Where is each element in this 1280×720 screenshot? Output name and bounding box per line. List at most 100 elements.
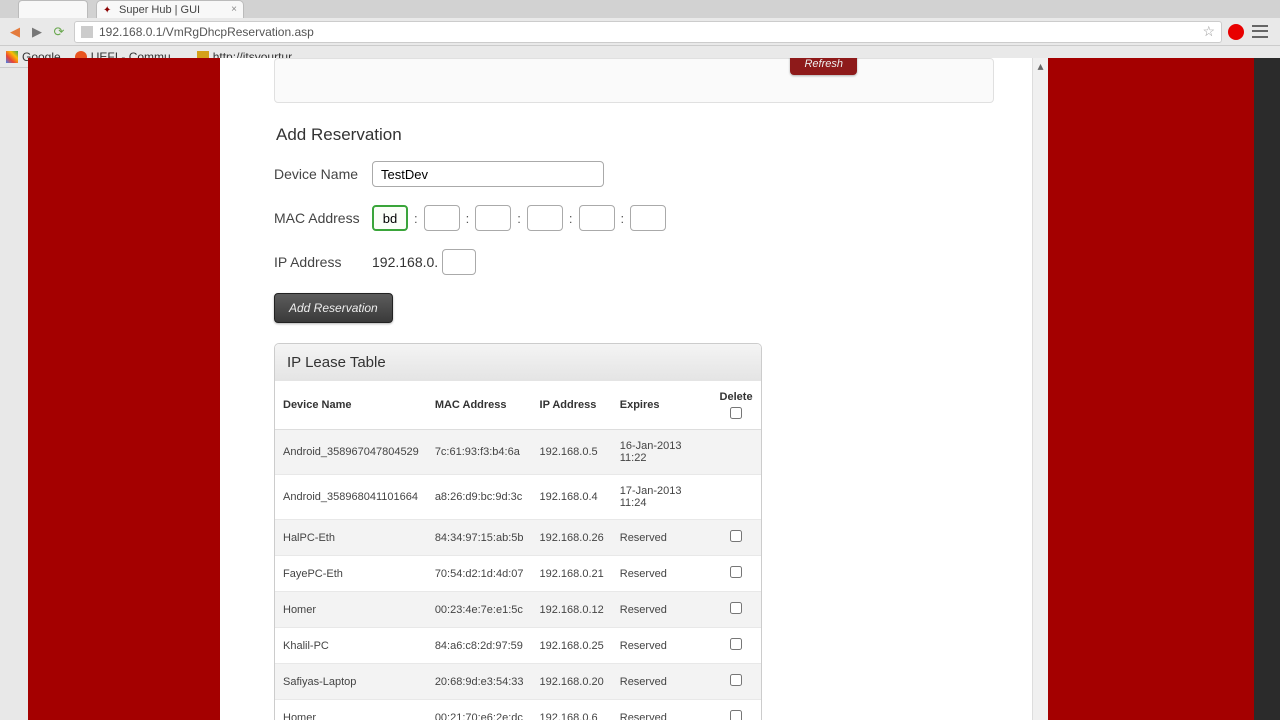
mac-octet-4[interactable]	[527, 205, 563, 231]
table-row: Android_358968041101664a8:26:d9:bc:9d:3c…	[275, 475, 761, 520]
cell-delete	[711, 664, 761, 700]
url-text: 192.168.0.1/VmRgDhcpReservation.asp	[99, 25, 314, 39]
col-expires: Expires	[612, 381, 711, 430]
url-field[interactable]: 192.168.0.1/VmRgDhcpReservation.asp ☆	[74, 21, 1222, 43]
cell-ip: 192.168.0.12	[532, 592, 612, 628]
table-row: FayePC-Eth70:54:d2:1d:4d:07192.168.0.21R…	[275, 556, 761, 592]
cell-mac: 20:68:9d:e3:54:33	[427, 664, 532, 700]
reload-button[interactable]: ⟳	[50, 23, 68, 41]
cell-expires: Reserved	[612, 700, 711, 720]
add-reservation-button[interactable]: Add Reservation	[274, 293, 393, 323]
delete-checkbox[interactable]	[730, 674, 742, 686]
close-icon[interactable]: ×	[231, 4, 237, 15]
mac-group: : : : : :	[372, 205, 666, 231]
mac-octet-2[interactable]	[424, 205, 460, 231]
menu-icon[interactable]	[1252, 24, 1268, 40]
cell-mac: 84:a6:c8:2d:97:59	[427, 628, 532, 664]
table-row: Khalil-PC84:a6:c8:2d:97:59192.168.0.25Re…	[275, 628, 761, 664]
cell-expires: 16-Jan-2013 11:22	[612, 430, 711, 475]
table-row: Homer00:21:70:e6:2e:dc192.168.0.6Reserve…	[275, 700, 761, 720]
cell-ip: 192.168.0.4	[532, 475, 612, 520]
background-tab[interactable]	[18, 0, 88, 18]
page-icon	[81, 26, 93, 38]
scrollbar[interactable]: ▴	[1032, 58, 1048, 720]
delete-checkbox[interactable]	[730, 710, 742, 720]
delete-all-checkbox[interactable]	[730, 407, 742, 419]
cell-expires: Reserved	[612, 520, 711, 556]
cell-delete	[711, 628, 761, 664]
mac-octet-6[interactable]	[630, 205, 666, 231]
cell-expires: Reserved	[612, 664, 711, 700]
cell-expires: Reserved	[612, 628, 711, 664]
mac-octet-3[interactable]	[475, 205, 511, 231]
scroll-up-icon[interactable]: ▴	[1033, 58, 1048, 74]
cell-device: Homer	[275, 700, 427, 720]
cell-expires: Reserved	[612, 556, 711, 592]
lease-table: Device Name MAC Address IP Address Expir…	[275, 381, 761, 720]
delete-checkbox[interactable]	[730, 638, 742, 650]
cell-mac: 70:54:d2:1d:4d:07	[427, 556, 532, 592]
cell-device: FayePC-Eth	[275, 556, 427, 592]
add-reservation-title: Add Reservation	[276, 125, 994, 145]
cell-ip: 192.168.0.5	[532, 430, 612, 475]
adblock-icon[interactable]	[1228, 24, 1244, 40]
cell-expires: Reserved	[612, 592, 711, 628]
cell-mac: 00:23:4e:7e:e1:5c	[427, 592, 532, 628]
cell-device: Android_358967047804529	[275, 430, 427, 475]
right-margin	[1048, 58, 1280, 720]
cell-delete	[711, 520, 761, 556]
delete-checkbox[interactable]	[730, 530, 742, 542]
ip-address-label: IP Address	[274, 254, 372, 270]
col-ip: IP Address	[532, 381, 612, 430]
left-margin	[28, 58, 220, 720]
cell-device: Android_358968041101664	[275, 475, 427, 520]
cell-mac: 7c:61:93:f3:b4:6a	[427, 430, 532, 475]
top-panel: Refresh	[274, 58, 994, 103]
forward-button[interactable]: ▶	[28, 23, 46, 41]
cell-ip: 192.168.0.26	[532, 520, 612, 556]
col-mac: MAC Address	[427, 381, 532, 430]
cell-mac: a8:26:d9:bc:9d:3c	[427, 475, 532, 520]
cell-delete	[711, 475, 761, 520]
cell-device: Homer	[275, 592, 427, 628]
cell-ip: 192.168.0.20	[532, 664, 612, 700]
mac-octet-5[interactable]	[579, 205, 615, 231]
bookmark-star-icon[interactable]: ☆	[1202, 23, 1215, 40]
cell-device: HalPC-Eth	[275, 520, 427, 556]
cell-mac: 84:34:97:15:ab:5b	[427, 520, 532, 556]
cell-delete	[711, 556, 761, 592]
favicon-icon: ✦	[103, 5, 113, 15]
device-name-input[interactable]	[372, 161, 604, 187]
cell-mac: 00:21:70:e6:2e:dc	[427, 700, 532, 720]
cell-delete	[711, 430, 761, 475]
table-row: Homer00:23:4e:7e:e1:5c192.168.0.12Reserv…	[275, 592, 761, 628]
active-tab[interactable]: ✦ Super Hub | GUI ×	[96, 0, 244, 18]
col-device: Device Name	[275, 381, 427, 430]
ip-last-octet-input[interactable]	[442, 249, 476, 275]
mac-address-label: MAC Address	[274, 210, 372, 226]
delete-checkbox[interactable]	[730, 602, 742, 614]
tab-title: Super Hub | GUI	[119, 4, 200, 16]
refresh-button[interactable]: Refresh	[790, 58, 857, 75]
google-icon	[6, 51, 18, 63]
cell-ip: 192.168.0.21	[532, 556, 612, 592]
table-row: Safiyas-Laptop20:68:9d:e3:54:33192.168.0…	[275, 664, 761, 700]
table-row: HalPC-Eth84:34:97:15:ab:5b192.168.0.26Re…	[275, 520, 761, 556]
cell-delete	[711, 592, 761, 628]
cell-ip: 192.168.0.6	[532, 700, 612, 720]
ip-prefix: 192.168.0.	[372, 254, 438, 270]
cell-expires: 17-Jan-2013 11:24	[612, 475, 711, 520]
lease-table-title: IP Lease Table	[275, 344, 761, 381]
tab-bar: ✦ Super Hub | GUI ×	[0, 0, 1280, 18]
col-delete: Delete	[711, 381, 761, 430]
mac-octet-1[interactable]	[372, 205, 408, 231]
delete-checkbox[interactable]	[730, 566, 742, 578]
cell-delete	[711, 700, 761, 720]
cell-ip: 192.168.0.25	[532, 628, 612, 664]
table-row: Android_3589670478045297c:61:93:f3:b4:6a…	[275, 430, 761, 475]
device-name-label: Device Name	[274, 166, 372, 182]
url-bar: ◀ ▶ ⟳ 192.168.0.1/VmRgDhcpReservation.as…	[0, 18, 1280, 46]
cell-device: Khalil-PC	[275, 628, 427, 664]
back-button[interactable]: ◀	[6, 23, 24, 41]
cell-device: Safiyas-Laptop	[275, 664, 427, 700]
